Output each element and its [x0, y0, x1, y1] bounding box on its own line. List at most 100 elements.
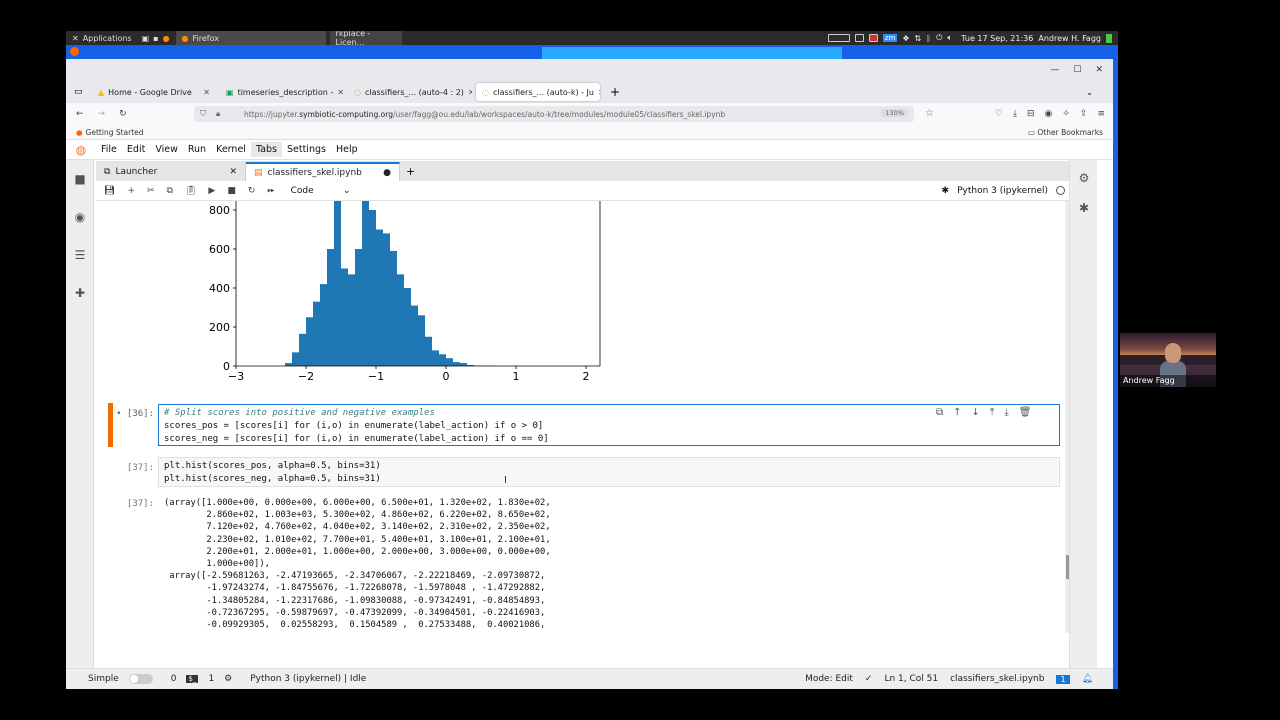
- dev-icon[interactable]: ▪: [153, 34, 158, 43]
- cursor-position[interactable]: Ln 1, Col 51: [884, 674, 938, 684]
- menu-settings[interactable]: Settings: [282, 142, 331, 157]
- bookmark-getting-started[interactable]: Getting Started: [86, 128, 144, 137]
- notebook-panel[interactable]: −3−2−101202004006008001000 • [36]: # Spl…: [96, 201, 1071, 633]
- menu-view[interactable]: View: [150, 142, 183, 157]
- star-icon[interactable]: ☆: [925, 108, 934, 119]
- terminal-icon[interactable]: ▣: [142, 34, 150, 43]
- menu-help[interactable]: Help: [331, 142, 363, 157]
- back-icon[interactable]: ←: [76, 109, 84, 119]
- notification-count[interactable]: 1: [1056, 674, 1070, 684]
- reload-icon[interactable]: ↻: [119, 109, 127, 119]
- duplicate-cell-icon[interactable]: ⧉: [936, 407, 943, 418]
- share-icon[interactable]: ⇪: [1080, 109, 1088, 119]
- move-down-icon[interactable]: ↓: [972, 407, 980, 418]
- code-cell-36[interactable]: # Split scores into positive and negativ…: [158, 404, 1060, 446]
- bookmark-other[interactable]: ▭ Other Bookmarks: [1028, 128, 1113, 137]
- menu-tabs[interactable]: Tabs: [250, 142, 282, 157]
- applications-menu[interactable]: ✕ Applications ▣ ▪ ●: [66, 31, 176, 45]
- network-icon[interactable]: ⇅: [915, 34, 922, 43]
- y-tick-label: 0: [223, 360, 230, 373]
- firefox-launcher-icon[interactable]: ●: [163, 34, 170, 43]
- toc-icon[interactable]: ☰: [66, 236, 94, 274]
- terminal-count[interactable]: 0: [171, 674, 177, 684]
- property-inspector-icon[interactable]: ⚙: [1070, 166, 1098, 190]
- add-tab-button[interactable]: +: [400, 165, 421, 181]
- extension-icon[interactable]: ✚: [66, 274, 94, 312]
- insert-cell-icon[interactable]: +: [127, 186, 135, 196]
- cell-prompt: [37]:: [126, 463, 154, 473]
- workspace-icon[interactable]: [827, 34, 850, 42]
- browser-tab-google-drive[interactable]: ▲ Home - Google Drive ✕: [92, 83, 216, 101]
- hamburger-menu-icon[interactable]: ≡: [1097, 109, 1105, 119]
- stop-icon[interactable]: ■: [227, 186, 236, 196]
- volume-icon[interactable]: 🔈︎: [947, 33, 952, 43]
- library-icon[interactable]: ⊟: [1027, 109, 1035, 119]
- cell-type-select[interactable]: Code ⌄: [291, 186, 351, 196]
- extensions-icon[interactable]: ✧: [1062, 109, 1070, 119]
- new-tab-button[interactable]: +: [610, 85, 620, 99]
- url-bar[interactable]: ⛉ 🔒︎ https://jupyter. symbiotic-computing…: [194, 106, 934, 122]
- close-tab-icon[interactable]: ✕: [337, 88, 344, 97]
- task-license[interactable]: rkplace - Licen...: [329, 31, 402, 47]
- restart-icon[interactable]: ↻: [248, 186, 256, 196]
- task-firefox[interactable]: ● Firefox: [175, 31, 326, 45]
- tab-notebook[interactable]: ▤ classifiers_skel.ipynb ●: [246, 162, 400, 181]
- download-icon[interactable]: ⤓: [1013, 109, 1017, 119]
- forward-icon[interactable]: →: [98, 109, 106, 119]
- bell-icon[interactable]: 🔔︎: [1082, 674, 1093, 684]
- folder-icon[interactable]: ■: [66, 160, 94, 198]
- sheets-icon: ▣: [226, 87, 234, 97]
- x-tick-label: 2: [583, 370, 590, 381]
- insert-above-icon[interactable]: ⤒: [990, 407, 994, 418]
- zoom-level[interactable]: 130%: [881, 109, 908, 117]
- close-tab-icon[interactable]: ✕: [203, 88, 210, 97]
- close-tab-icon[interactable]: ✕: [468, 88, 472, 97]
- menu-run[interactable]: Run: [183, 142, 211, 157]
- kernel-status[interactable]: Python 3 (ipykernel) | Idle: [250, 674, 366, 684]
- fast-forward-icon[interactable]: ⏩︎: [267, 186, 274, 196]
- close-tab-icon[interactable]: ✕: [598, 88, 600, 97]
- save-icon[interactable]: 💾︎: [104, 186, 115, 196]
- close-window-icon[interactable]: ✕: [1095, 65, 1103, 75]
- close-icon[interactable]: ✕: [229, 167, 237, 177]
- copy-icon[interactable]: ⧉: [167, 186, 173, 196]
- menu-file[interactable]: File: [96, 142, 122, 157]
- tab-list-icon[interactable]: ▭: [74, 87, 88, 97]
- code-cell-37[interactable]: plt.hist(scores_pos, alpha=0.5, bins=31)…: [158, 457, 1060, 487]
- browser-tab-classifiers-auto4[interactable]: ◌ classifiers_... (auto-4 : 2) ✕: [348, 83, 472, 101]
- tab-launcher[interactable]: ⧉ Launcher ✕: [96, 162, 246, 181]
- simple-mode-toggle[interactable]: [128, 674, 153, 684]
- chevron-down-icon[interactable]: ⌄: [1086, 88, 1093, 97]
- unsaved-dot-icon[interactable]: ●: [383, 168, 391, 178]
- bluetooth-icon[interactable]: ᛒ: [926, 34, 931, 43]
- delete-cell-icon[interactable]: 🗑︎: [1019, 407, 1032, 418]
- minimize-icon[interactable]: —: [1050, 65, 1059, 75]
- kernel-count[interactable]: 1: [208, 674, 214, 684]
- kernel-indicator[interactable]: ✱ Python 3 (ipykernel): [942, 186, 1071, 196]
- menu-kernel[interactable]: Kernel: [211, 142, 251, 157]
- pocket-icon[interactable]: ♡: [995, 109, 1003, 119]
- histogram-bar: [411, 305, 418, 366]
- battery-icon[interactable]: [1106, 33, 1112, 43]
- zoom-app-icon[interactable]: zm: [882, 34, 898, 42]
- flag-icon[interactable]: [868, 34, 878, 42]
- move-up-icon[interactable]: ↑: [953, 407, 961, 418]
- browser-tab-classifiers-autok[interactable]: ◌ classifiers_... (auto-k) - Ju ✕: [476, 83, 600, 101]
- account-icon[interactable]: ◉: [1045, 109, 1053, 119]
- debugger-icon[interactable]: ✱: [1070, 196, 1098, 220]
- cut-icon[interactable]: ✂: [147, 186, 155, 196]
- insert-below-icon[interactable]: ⤓: [1004, 407, 1008, 418]
- bug-icon[interactable]: ✱: [942, 186, 950, 196]
- browser-tab-timeseries[interactable]: ▣ timeseries_description - ✕: [220, 83, 344, 101]
- x-tick-label: −1: [368, 370, 384, 381]
- running-icon[interactable]: ◉: [66, 198, 94, 236]
- dropbox-icon[interactable]: ❖: [902, 34, 909, 43]
- user-name[interactable]: Andrew H. Fagg: [1038, 34, 1101, 43]
- power-icon[interactable]: ⏻: [936, 33, 942, 43]
- printer-icon[interactable]: [854, 34, 864, 42]
- paste-icon[interactable]: 📋︎: [185, 186, 196, 196]
- clock[interactable]: Tue 17 Sep, 21:36: [961, 34, 1033, 43]
- maximize-icon[interactable]: ☐: [1073, 65, 1081, 75]
- menu-edit[interactable]: Edit: [122, 142, 150, 157]
- run-icon[interactable]: ▶: [208, 186, 215, 196]
